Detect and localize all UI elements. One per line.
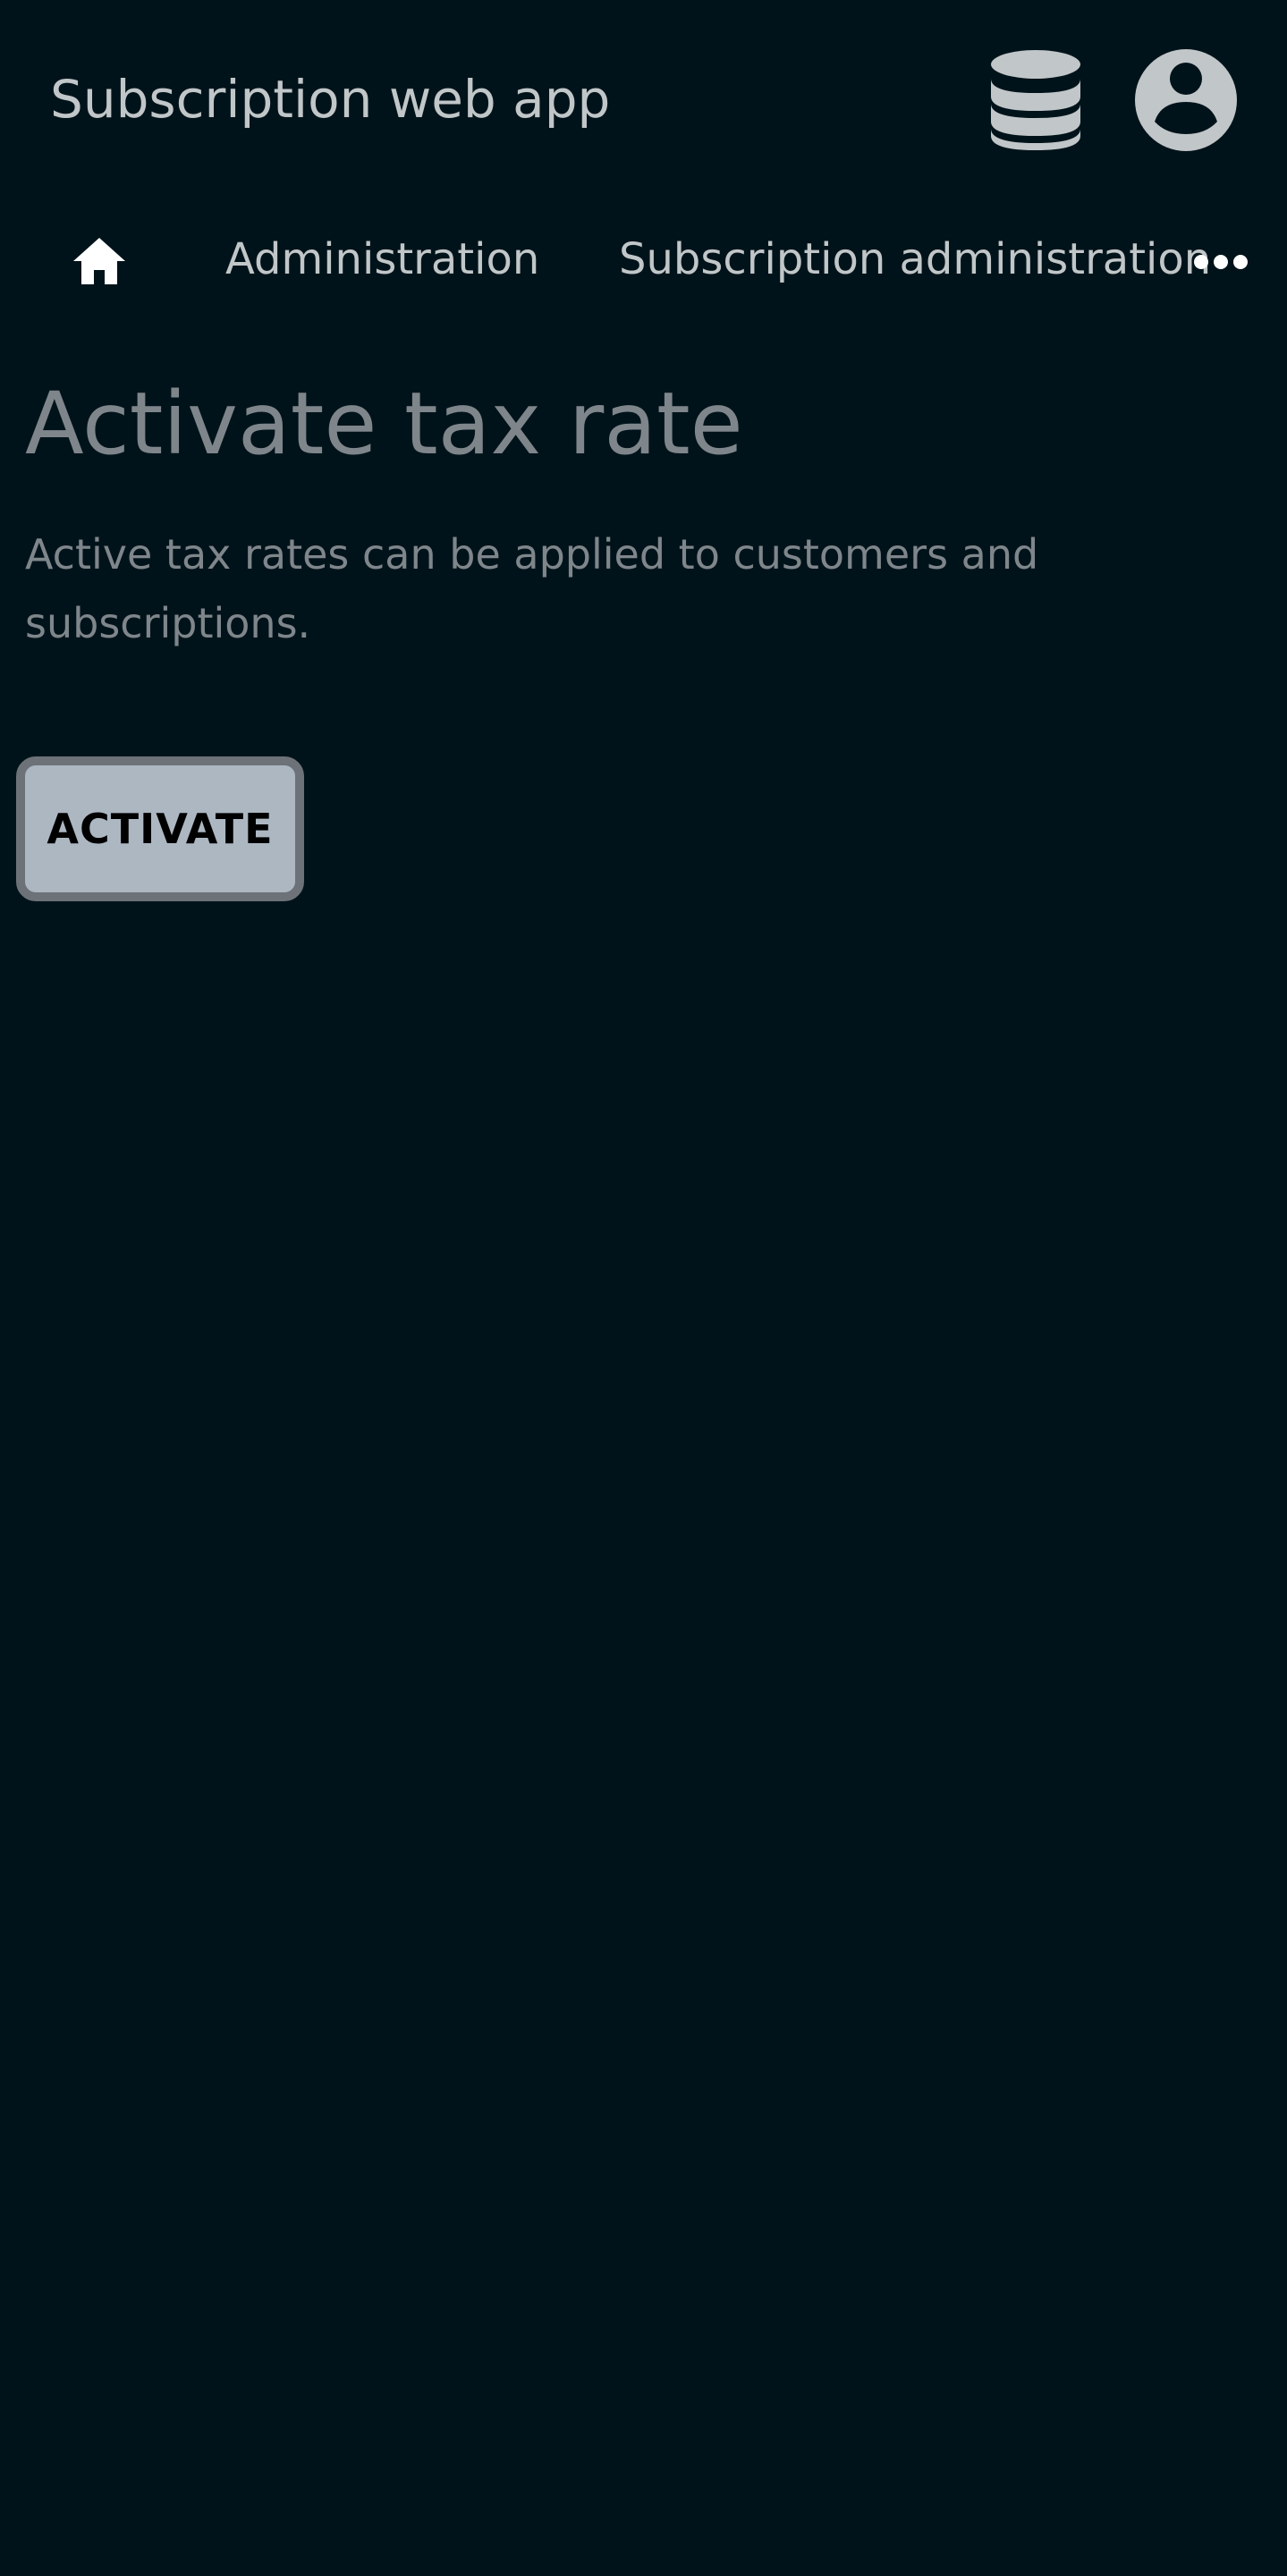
activate-button[interactable]: ACTIVATE — [16, 756, 304, 901]
database-icon[interactable] — [989, 48, 1082, 152]
more-horizontal-icon[interactable] — [1193, 249, 1249, 275]
breadcrumb-item-subscription-administration[interactable]: Subscription administration — [619, 234, 1211, 284]
app-title[interactable]: Subscription web app — [50, 66, 610, 132]
account-circle-icon[interactable] — [1134, 48, 1238, 152]
page-title: Activate tax rate — [25, 374, 743, 474]
home-icon[interactable] — [72, 234, 127, 288]
app-header: Subscription web app — [0, 0, 1287, 198]
breadcrumb-item-administration[interactable]: Administration — [225, 234, 539, 284]
breadcrumb: Administration Subscription administrati… — [0, 215, 1287, 304]
page-description: Active tax rates can be applied to custo… — [25, 530, 1039, 647]
